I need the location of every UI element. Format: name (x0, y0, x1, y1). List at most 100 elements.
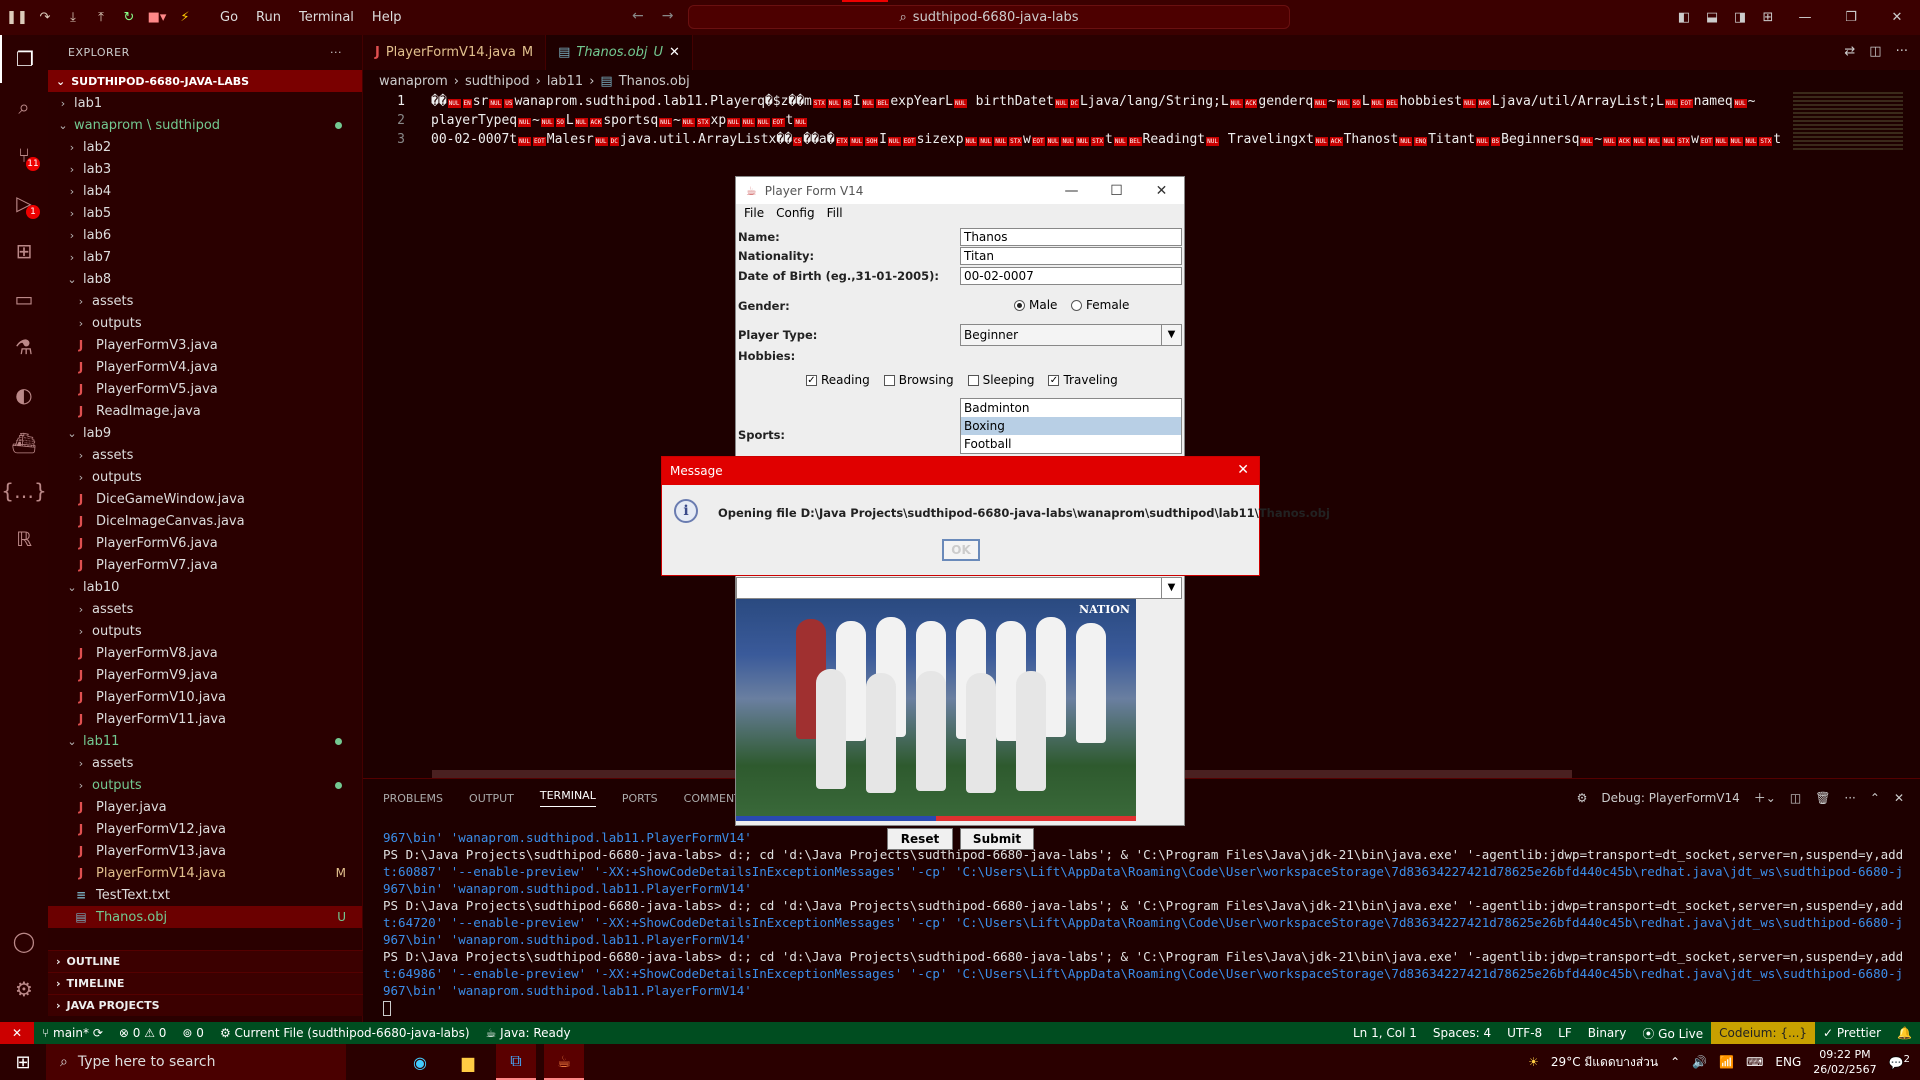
menu-help[interactable]: Help (372, 10, 402, 25)
tree-folder[interactable]: › lab2 (48, 136, 362, 158)
testing-icon[interactable]: ⚗ (0, 323, 48, 371)
list-item[interactable]: Football (961, 435, 1181, 453)
tree-folder[interactable]: › assets (48, 444, 362, 466)
ports-status[interactable]: ⊚ 0 (174, 1026, 212, 1040)
step-over-icon[interactable]: ↷ (34, 7, 56, 29)
minimize-icon[interactable]: — (1782, 10, 1828, 25)
tree-folder[interactable]: › assets (48, 598, 362, 620)
tree-folder[interactable]: › outputs (48, 620, 362, 642)
submit-button[interactable]: Submit (960, 828, 1034, 850)
step-into-icon[interactable]: ⤓ (62, 7, 84, 29)
code-line[interactable]: 3 00-02-0007t NUL EOT Malesr NUL DC java.util.A… (363, 130, 1783, 149)
tree-file[interactable]: J PlayerFormV13.java (48, 840, 362, 862)
tree-file[interactable]: J PlayerFormV14.java M (48, 862, 362, 884)
hobby-browsing-checkbox[interactable]: Browsing (883, 373, 954, 387)
edge-browser-icon[interactable]: ◉ (400, 1044, 440, 1080)
tree-folder[interactable]: ⌄ lab10 (48, 576, 362, 598)
breadcrumb-item[interactable]: wanaprom (379, 74, 448, 89)
menu-run[interactable]: Run (256, 10, 281, 25)
end-of-line[interactable]: LF (1550, 1026, 1580, 1040)
kill-terminal-icon[interactable]: 🗑 (1815, 791, 1830, 805)
timeline-section[interactable]: › TIMELINE (48, 972, 363, 994)
tree-file[interactable]: J PlayerFormV5.java (48, 378, 362, 400)
toggle-panel-icon[interactable]: ⬓ (1698, 10, 1726, 25)
forward-arrow-icon[interactable]: → (662, 8, 674, 24)
pause-icon[interactable]: ❚❚ (6, 7, 28, 29)
panel-tab-ports[interactable]: PORTS (622, 792, 658, 805)
workspace-root[interactable]: ⌄ SUDTHIPOD-6680-JAVA-LABS (48, 70, 362, 92)
tree-folder[interactable]: › lab4 (48, 180, 362, 202)
explorer-icon[interactable]: ❐ (0, 35, 48, 83)
panel-tab-problems[interactable]: PROBLEMS (383, 792, 443, 805)
restart-icon[interactable]: ↻ (118, 7, 140, 29)
terminal-output[interactable]: 967\bin' 'wanaprom.sudthipod.lab11.Playe… (383, 829, 1903, 999)
new-terminal-icon[interactable]: ＋⌄ (1754, 789, 1776, 806)
split-terminal-icon[interactable]: ◫ (1790, 791, 1801, 805)
tree-folder[interactable]: ⌄ lab11 (48, 730, 362, 752)
tab-playerformv14[interactable]: J PlayerFormV14.java M (363, 35, 547, 70)
source-control-icon[interactable]: ⑂ 11 (0, 131, 48, 179)
panel-tab-output[interactable]: OUTPUT (469, 792, 514, 805)
settings-gear-icon[interactable]: ⚙ (0, 965, 48, 1013)
chevron-down-icon[interactable]: ▼ (1161, 578, 1181, 598)
menu-terminal[interactable]: Terminal (299, 10, 354, 25)
menu-go[interactable]: Go (220, 10, 238, 25)
tree-folder[interactable]: › assets (48, 752, 362, 774)
tree-file[interactable]: ▤ Thanos.obj U (48, 906, 362, 928)
file-explorer-icon[interactable]: ▆ (448, 1044, 488, 1080)
run-debug-icon[interactable]: ▷ 1 (0, 179, 48, 227)
ok-button[interactable]: OK (942, 539, 980, 561)
more-actions-icon[interactable]: ··· (330, 46, 342, 59)
more-actions-icon[interactable]: ··· (1844, 791, 1855, 805)
player-type-combo[interactable]: Beginner ▼ (960, 324, 1182, 346)
tree-folder[interactable]: › assets (48, 290, 362, 312)
tree-folder[interactable]: ⌄ lab8 (48, 268, 362, 290)
search-icon[interactable]: ⌕ (0, 83, 48, 131)
notifications-bell-icon[interactable]: 🔔 (1889, 1026, 1920, 1040)
panel-tab-terminal[interactable]: TERMINAL (539, 789, 596, 807)
menu-config[interactable]: Config (776, 206, 815, 220)
tree-file[interactable]: J DiceGameWindow.java (48, 488, 362, 510)
wifi-icon[interactable]: 📶 (1719, 1055, 1734, 1069)
edge-tools-icon[interactable]: ◐ (0, 371, 48, 419)
weather-label[interactable]: 29°C มีแดดบางส่วน (1551, 1053, 1658, 1072)
list-item[interactable]: Boxing (961, 417, 1181, 435)
chevron-down-icon[interactable]: ▼ (1161, 325, 1181, 345)
tree-file[interactable]: J PlayerFormV8.java (48, 642, 362, 664)
close-icon[interactable]: ✕ (1237, 462, 1249, 478)
keyboard-icon[interactable]: ⌨ (1746, 1055, 1763, 1069)
java-status[interactable]: ☕ Java: Ready (478, 1026, 579, 1040)
vscode-icon[interactable]: ⧉ (496, 1044, 536, 1080)
account-icon[interactable]: ◯ (0, 917, 48, 965)
tray-chevron-icon[interactable]: ⌃ (1670, 1055, 1680, 1069)
more-actions-icon[interactable]: ··· (1896, 44, 1908, 59)
tree-file[interactable]: J PlayerFormV3.java (48, 334, 362, 356)
tree-file[interactable]: J PlayerFormV9.java (48, 664, 362, 686)
reset-button[interactable]: Reset (887, 828, 953, 850)
outline-section[interactable]: › OUTLINE (48, 950, 363, 972)
close-icon[interactable]: ✕ (1139, 183, 1184, 199)
gender-male-radio[interactable]: Male (1014, 298, 1057, 312)
rest-client-icon[interactable]: ℝ (0, 515, 48, 563)
tree-folder[interactable]: › lab6 (48, 224, 362, 246)
taskbar-search[interactable]: ⌕ Type here to search (46, 1044, 346, 1080)
language-mode[interactable]: Binary (1580, 1026, 1635, 1040)
hidden-combo[interactable]: ▼ (736, 577, 1182, 599)
name-field[interactable]: Thanos (960, 228, 1182, 246)
cursor-position[interactable]: Ln 1, Col 1 (1345, 1026, 1425, 1040)
clock[interactable]: 09:22 PM 26/02/2567 (1813, 1047, 1876, 1077)
volume-icon[interactable]: 🔊 (1692, 1055, 1707, 1069)
problems-status[interactable]: ⊗ 0 ⚠ 0 (111, 1026, 175, 1040)
tree-file[interactable]: J PlayerFormV11.java (48, 708, 362, 730)
hobby-sleeping-checkbox[interactable]: Sleeping (967, 373, 1034, 387)
weather-icon[interactable]: ☀ (1528, 1055, 1539, 1069)
java-app-icon[interactable]: ☕ (544, 1044, 584, 1080)
tree-folder[interactable]: ⌄ lab9 (48, 422, 362, 444)
dob-field[interactable]: 00-02-0007 (960, 267, 1182, 285)
branch-status[interactable]: ⑂ main* ⟳ (34, 1026, 111, 1040)
nationality-field[interactable]: Titan (960, 247, 1182, 265)
breadcrumb-item[interactable]: sudthipod (465, 74, 530, 89)
message-titlebar[interactable]: Message ✕ (662, 457, 1259, 485)
tree-folder[interactable]: › outputs (48, 466, 362, 488)
code-line[interactable]: 2 playerTypeq NUL ~ NUL SO L NUL ACK sportsq NUL ~ N… (363, 111, 1783, 130)
